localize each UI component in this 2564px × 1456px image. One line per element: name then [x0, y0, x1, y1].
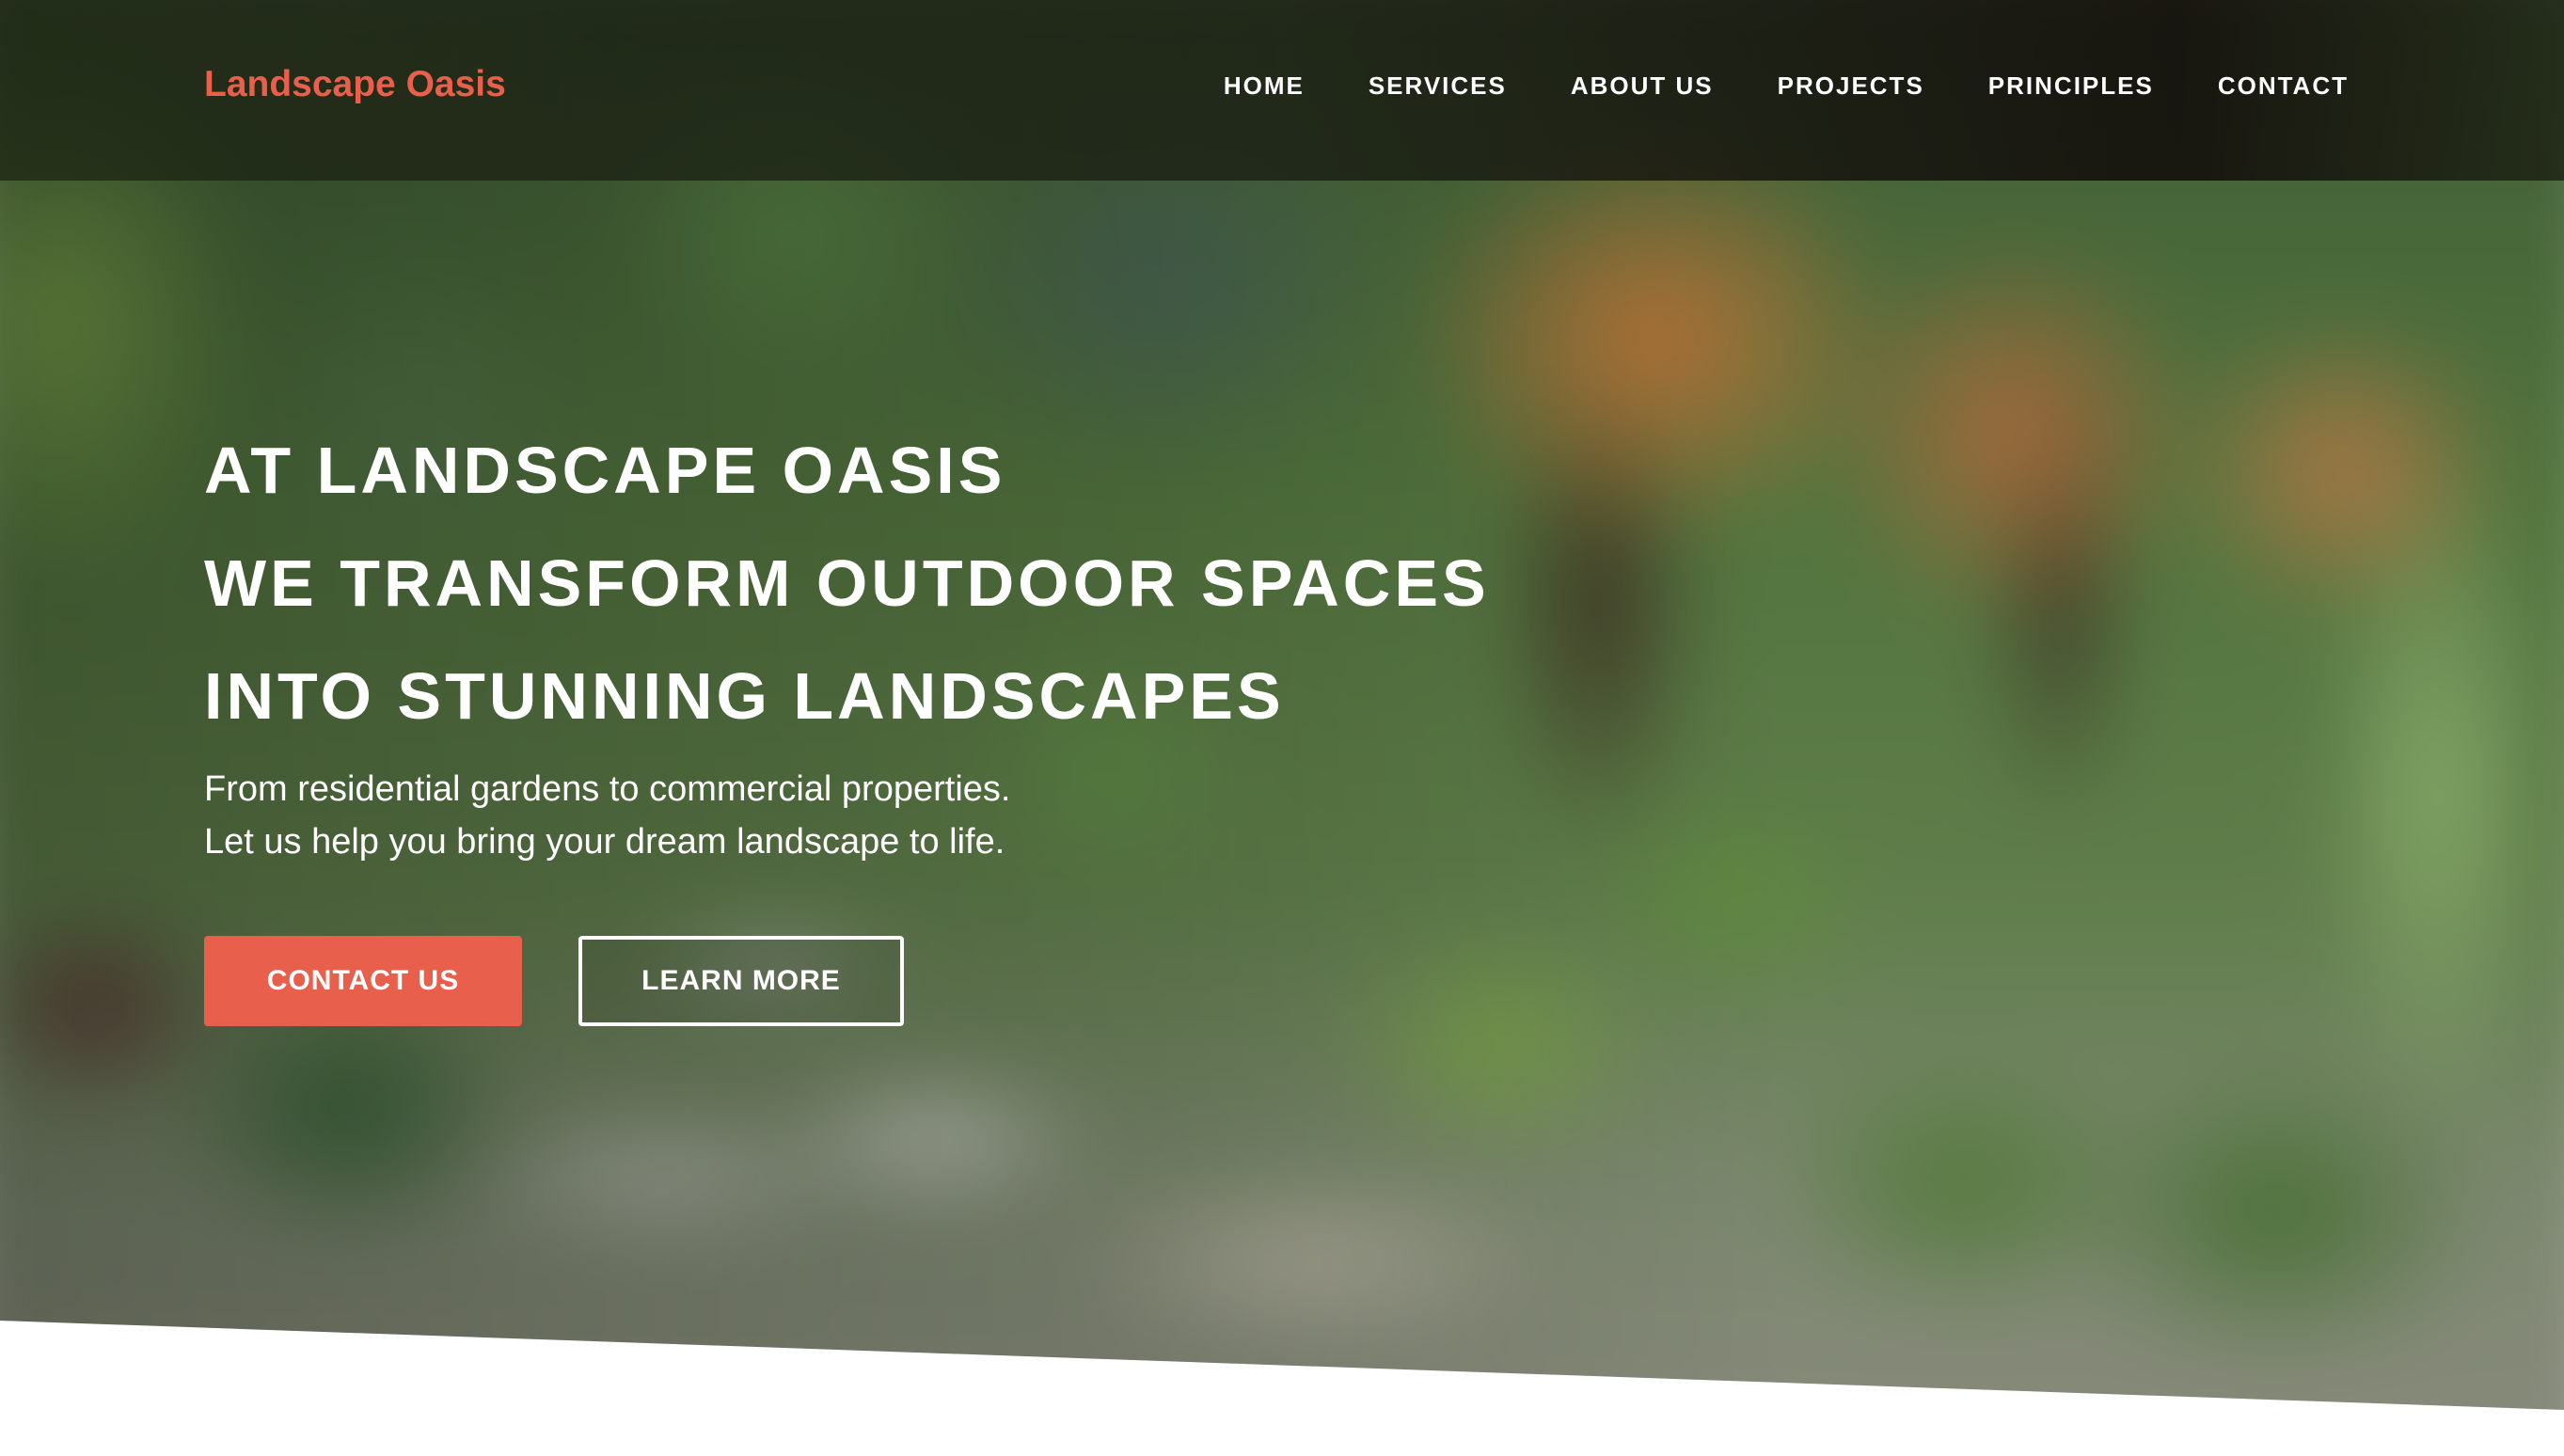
headline-line-2: WE TRANSFORM OUTDOOR SPACES: [204, 546, 1490, 620]
nav-link-about-us[interactable]: ABOUT US: [1571, 71, 1714, 101]
nav-link-services[interactable]: SERVICES: [1369, 71, 1507, 101]
hero-section: Landscape Oasis HOME SERVICES ABOUT US P…: [0, 0, 2564, 1410]
subtext-line-2: Let us help you bring your dream landsca…: [204, 822, 1005, 862]
nav-link-projects[interactable]: PROJECTS: [1778, 71, 1924, 101]
subtext-line-1: From residential gardens to commercial p…: [204, 769, 1011, 809]
learn-more-button[interactable]: LEARN MORE: [578, 936, 904, 1026]
main-menu: HOME SERVICES ABOUT US PROJECTS PRINCIPL…: [1224, 71, 2349, 101]
top-navigation-bar: Landscape Oasis HOME SERVICES ABOUT US P…: [0, 0, 2564, 181]
headline-line-3: INTO STUNNING LANDSCAPES: [204, 659, 1285, 733]
headline-line-1: AT LANDSCAPE OASIS: [204, 434, 1006, 507]
nav-link-principles[interactable]: PRINCIPLES: [1988, 71, 2154, 101]
site-logo[interactable]: Landscape Oasis: [204, 64, 506, 105]
nav-link-contact[interactable]: CONTACT: [2218, 71, 2349, 101]
hero-subtext: From residential gardens to commercial p…: [204, 763, 1010, 868]
contact-us-button[interactable]: CONTACT US: [204, 936, 522, 1026]
hero-headline: AT LANDSCAPE OASIS WE TRANSFORM OUTDOOR …: [204, 414, 1490, 752]
nav-link-home[interactable]: HOME: [1224, 71, 1305, 101]
